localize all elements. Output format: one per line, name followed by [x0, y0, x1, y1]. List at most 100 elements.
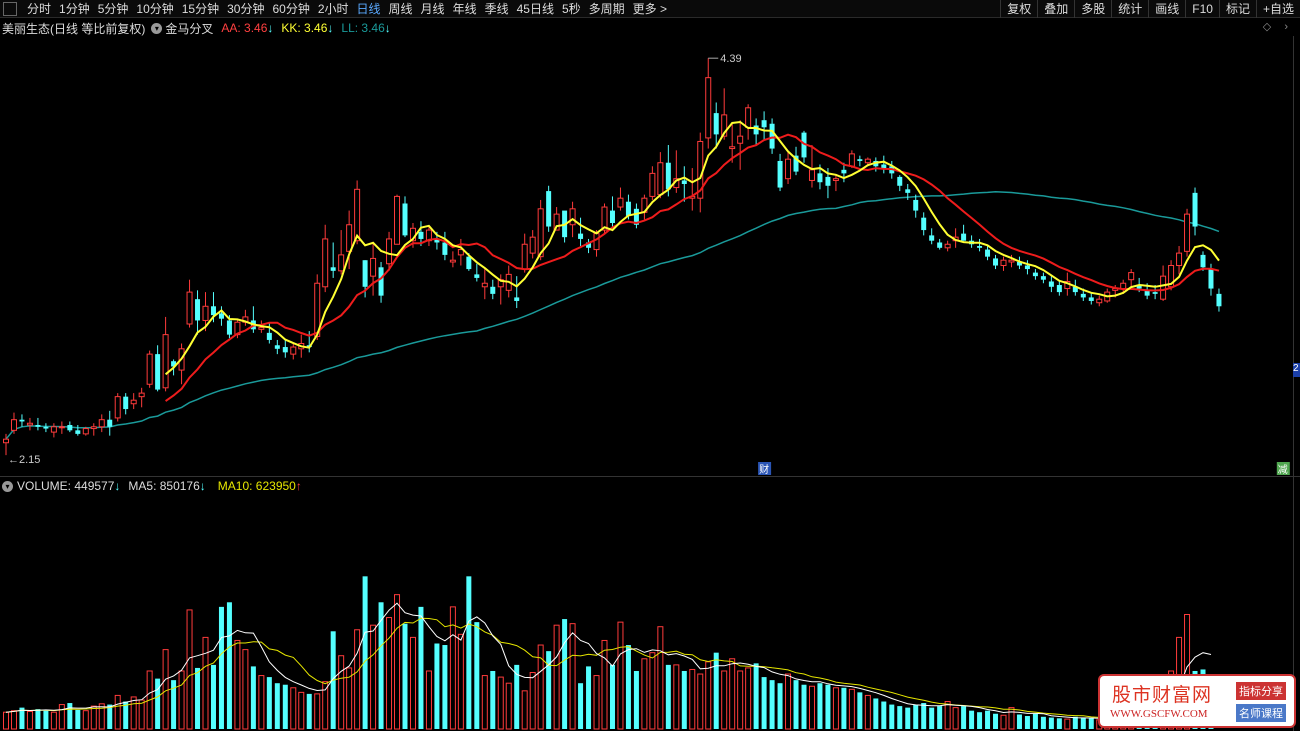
- volume-bar: [713, 652, 719, 729]
- collapse-icon[interactable]: ▾: [2, 480, 13, 492]
- tool-button-2[interactable]: 多股: [1074, 0, 1111, 18]
- candle-body: [841, 169, 847, 174]
- pane-divider[interactable]: [0, 476, 1300, 477]
- volume-bar: [178, 670, 185, 730]
- collapse-icon[interactable]: ▾: [151, 22, 163, 34]
- tool-button-4[interactable]: 画线: [1148, 0, 1185, 18]
- volume-bar: [75, 709, 81, 729]
- aa-arrow-icon: ↓: [267, 21, 274, 35]
- ma5-value: MA5: 850176: [128, 479, 200, 493]
- tab-period-10[interactable]: 月线: [417, 0, 449, 18]
- volume-bar: [569, 623, 576, 730]
- stock-title: 美丽生态(日线 等比前复权): [2, 21, 146, 36]
- volume-bar: [162, 649, 169, 730]
- volume-info-line: ▾ VOLUME: 449577 ↓ MA5: 850176 ↓ MA10: 6…: [2, 478, 302, 494]
- volume-bar: [155, 678, 161, 729]
- tab-period-11[interactable]: 年线: [449, 0, 481, 18]
- volume-bar: [1032, 713, 1038, 729]
- menu-square-icon[interactable]: [3, 1, 17, 16]
- candle-body: [354, 188, 361, 242]
- tab-period-16[interactable]: 更多 >: [629, 0, 671, 18]
- tab-period-15[interactable]: 多周期: [585, 0, 629, 18]
- tab-period-4[interactable]: 15分钟: [178, 0, 223, 18]
- tab-period-9[interactable]: 周线: [385, 0, 417, 18]
- candle-body: [449, 259, 456, 263]
- right-price-axis[interactable]: [1293, 36, 1300, 731]
- candle-body: [578, 233, 584, 239]
- volume-bar: [625, 645, 631, 729]
- ma10-arrow-icon: ↑: [295, 479, 302, 493]
- candle-body: [1008, 259, 1015, 263]
- volume-bar: [578, 683, 584, 729]
- tab-period-13[interactable]: 45日线: [513, 0, 558, 18]
- candle-body: [123, 396, 129, 410]
- volume-bar: [1008, 707, 1015, 730]
- marker-jian: 减: [1278, 464, 1288, 476]
- tool-button-0[interactable]: 复权: [1000, 0, 1037, 18]
- diamond-icon[interactable]: ◇: [1263, 21, 1271, 33]
- aa-value: AA: 3.46: [221, 21, 268, 35]
- volume-bar: [394, 594, 401, 730]
- volume-bar: [745, 667, 752, 730]
- candle-body: [897, 176, 903, 186]
- volume-bar: [218, 606, 224, 729]
- volume-bar: [497, 676, 504, 730]
- volume-bar: [921, 703, 927, 729]
- chevron-right-icon[interactable]: ›: [1284, 21, 1288, 33]
- volume-bar: [817, 683, 823, 729]
- tab-period-0[interactable]: 分时: [23, 0, 55, 18]
- candle-body: [649, 172, 656, 197]
- candle-body: [1192, 192, 1198, 227]
- candle-body: [713, 113, 719, 135]
- tab-period-7[interactable]: 2小时: [314, 0, 353, 18]
- volume-bar: [82, 710, 89, 730]
- candle-body: [1080, 293, 1086, 298]
- axis-price-tag: 2: [1293, 363, 1300, 377]
- tab-period-2[interactable]: 5分钟: [94, 0, 133, 18]
- tab-period-12[interactable]: 季线: [481, 0, 513, 18]
- volume-bar: [769, 680, 775, 729]
- tool-button-3[interactable]: 统计: [1111, 0, 1148, 18]
- candle-body: [864, 158, 871, 164]
- tab-period-3[interactable]: 10分钟: [132, 0, 177, 18]
- tab-period-14[interactable]: 5秒: [558, 0, 585, 18]
- volume-bar: [370, 624, 377, 730]
- candle-body: [155, 354, 161, 390]
- candle-body: [107, 419, 113, 427]
- indicator-name[interactable]: 金马分叉: [165, 20, 213, 37]
- candle-body: [481, 282, 488, 288]
- volume-bar: [434, 643, 440, 729]
- price-chart[interactable]: 4.39 ←2.15 财 减: [0, 36, 1293, 476]
- volume-bar: [848, 688, 855, 730]
- period-tabs: 分时 1分钟 5分钟 10分钟 15分钟 30分钟 60分钟 2小时 日线 周线 月线 年线 季线 45日…: [23, 0, 671, 18]
- volume-bar: [250, 666, 256, 729]
- candle-body: [808, 169, 815, 181]
- marker-cai: 财: [759, 463, 769, 476]
- tool-button-6[interactable]: 标记: [1218, 0, 1256, 18]
- candle-body: [937, 242, 943, 248]
- volume-bar: [697, 673, 704, 730]
- candle-body: [226, 320, 232, 335]
- candle-body: [609, 210, 615, 223]
- candle-body: [785, 158, 792, 180]
- volume-bar: [43, 710, 49, 729]
- volume-bar: [474, 622, 480, 729]
- tool-button-7[interactable]: +自选: [1255, 0, 1300, 18]
- tab-period-6[interactable]: 60分钟: [268, 0, 313, 18]
- tool-button-5[interactable]: F10: [1185, 0, 1219, 18]
- candle-body: [1216, 293, 1222, 307]
- tab-period-8[interactable]: 日线: [353, 0, 385, 18]
- volume-bar: [944, 701, 951, 730]
- tab-period-1[interactable]: 1分钟: [55, 0, 94, 18]
- volume-bar: [3, 711, 9, 730]
- volume-bar: [481, 675, 488, 730]
- candle-body: [665, 162, 671, 190]
- tool-button-1[interactable]: 叠加: [1037, 0, 1074, 18]
- candle-body: [1128, 272, 1135, 281]
- candle-body: [146, 353, 153, 385]
- volume-bar: [1024, 716, 1030, 729]
- volume-bar: [705, 661, 712, 730]
- tab-period-5[interactable]: 30分钟: [223, 0, 268, 18]
- candle-body: [218, 313, 224, 319]
- volume-value: VOLUME: 449577: [17, 479, 115, 493]
